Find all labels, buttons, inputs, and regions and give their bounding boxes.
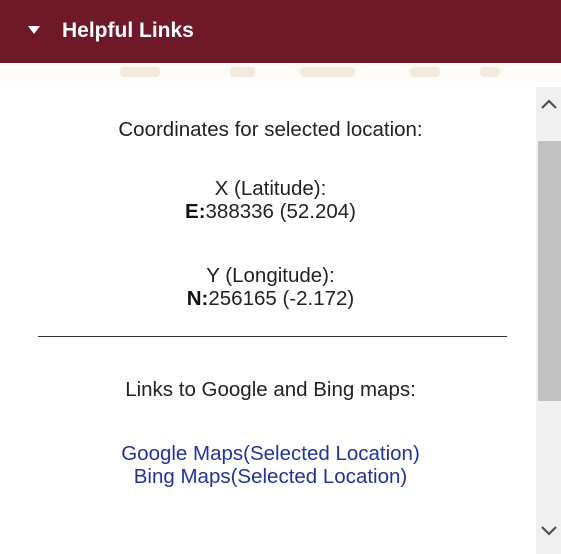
x-latitude-label: X (Latitude): [214, 177, 327, 200]
scroll-up-button[interactable] [536, 87, 561, 127]
coordinates-heading: Coordinates for selected location: [118, 118, 423, 141]
helpful-links-panel: Helpful Links Coordinates for selected l… [0, 0, 561, 554]
links-heading: Links to Google and Bing maps: [125, 378, 416, 401]
google-maps-row: Google Maps(Selected Location) [0, 441, 541, 466]
chevron-down-icon [540, 526, 557, 536]
easting-value: 388336 (52.204) [205, 200, 356, 223]
section-divider [38, 336, 507, 337]
scroll-thumb[interactable] [538, 141, 561, 401]
x-easting-value: E:388336 (52.204) [0, 199, 541, 224]
easting-prefix: E: [185, 200, 206, 223]
google-maps-link[interactable]: Google Maps(Selected Location) [121, 442, 420, 465]
panel-content: Coordinates for selected location: X (La… [0, 87, 541, 554]
scroll-down-button[interactable] [536, 514, 561, 554]
y-northing-value: N:256165 (-2.172) [0, 286, 541, 311]
helpful-links-header[interactable]: Helpful Links [0, 0, 561, 63]
caret-down-icon [28, 26, 40, 34]
chevron-up-icon [540, 99, 557, 109]
northing-prefix: N: [186, 287, 209, 310]
panel-title: Helpful Links [62, 19, 194, 42]
northing-value: 256165 (-2.172) [208, 287, 355, 310]
bing-maps-link[interactable]: Bing Maps(Selected Location) [134, 465, 408, 488]
vertical-scrollbar[interactable] [536, 87, 561, 554]
y-longitude-label: Y (Longitude): [206, 264, 335, 287]
bing-maps-row: Bing Maps(Selected Location) [0, 464, 541, 489]
map-background-strip [0, 63, 561, 87]
